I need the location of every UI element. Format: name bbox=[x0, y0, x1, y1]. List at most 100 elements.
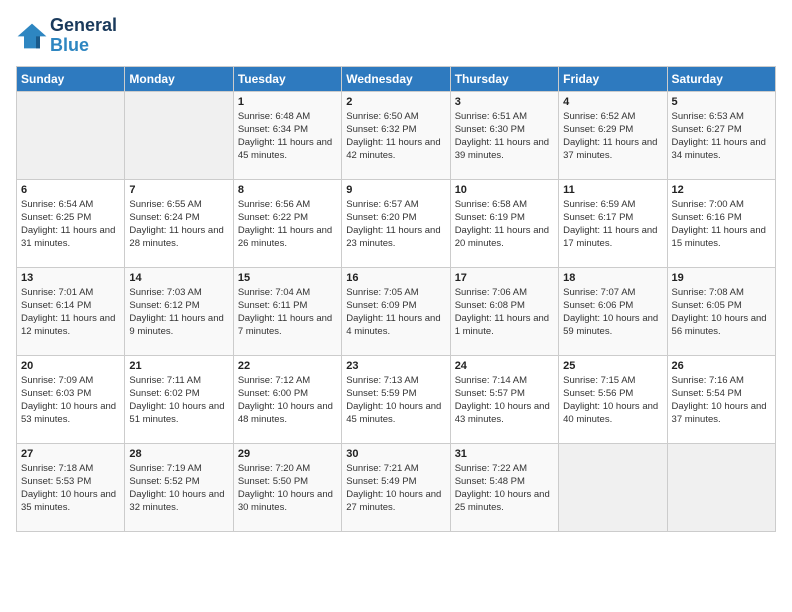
day-number: 28 bbox=[129, 448, 228, 460]
calendar-cell: 9 Sunrise: 6:57 AM Sunset: 6:20 PM Daylig… bbox=[342, 179, 450, 267]
day-number: 26 bbox=[672, 360, 771, 372]
day-number: 8 bbox=[238, 184, 337, 196]
day-info: Sunrise: 7:15 AM Sunset: 5:56 PM Dayligh… bbox=[563, 374, 662, 427]
calendar-cell: 19 Sunrise: 7:08 AM Sunset: 6:05 PM Dayli… bbox=[667, 267, 775, 355]
calendar-cell bbox=[125, 91, 233, 179]
day-number: 24 bbox=[455, 360, 554, 372]
day-number: 21 bbox=[129, 360, 228, 372]
day-header-friday: Friday bbox=[559, 66, 667, 91]
day-number: 10 bbox=[455, 184, 554, 196]
day-number: 3 bbox=[455, 96, 554, 108]
day-number: 20 bbox=[21, 360, 120, 372]
day-info: Sunrise: 6:57 AM Sunset: 6:20 PM Dayligh… bbox=[346, 198, 445, 251]
calendar-cell: 17Sunrise: 7:06 AM Sunset: 6:08 PM Dayli… bbox=[450, 267, 558, 355]
day-number: 5 bbox=[672, 96, 771, 108]
calendar-cell: 5Sunrise: 6:53 AM Sunset: 6:27 PM Daylig… bbox=[667, 91, 775, 179]
day-number: 18 bbox=[563, 272, 662, 284]
calendar-cell: 15 Sunrise: 7:04 AM Sunset: 6:11 PM Dayli… bbox=[233, 267, 341, 355]
calendar-cell: 11 Sunrise: 6:59 AM Sunset: 6:17 PM Dayli… bbox=[559, 179, 667, 267]
day-number: 12 bbox=[672, 184, 771, 196]
calendar-cell: 3Sunrise: 6:51 AM Sunset: 6:30 PM Daylig… bbox=[450, 91, 558, 179]
day-number: 30 bbox=[346, 448, 445, 460]
calendar-cell: 1 Sunrise: 6:48 AM Sunset: 6:34 PM Daylig… bbox=[233, 91, 341, 179]
calendar-cell: 14Sunrise: 7:03 AM Sunset: 6:12 PM Dayli… bbox=[125, 267, 233, 355]
day-header-wednesday: Wednesday bbox=[342, 66, 450, 91]
day-info: Sunrise: 7:19 AM Sunset: 5:52 PM Dayligh… bbox=[129, 462, 228, 515]
day-info: Sunrise: 7:03 AM Sunset: 6:12 PM Dayligh… bbox=[129, 286, 228, 339]
calendar-header-row: SundayMondayTuesdayWednesdayThursdayFrid… bbox=[17, 66, 776, 91]
calendar-cell: 23 Sunrise: 7:13 AM Sunset: 5:59 PM Dayli… bbox=[342, 355, 450, 443]
logo-icon bbox=[16, 22, 48, 50]
day-number: 22 bbox=[238, 360, 337, 372]
day-info: Sunrise: 7:00 AM Sunset: 6:16 PM Dayligh… bbox=[672, 198, 771, 251]
day-info: Sunrise: 7:06 AM Sunset: 6:08 PM Dayligh… bbox=[455, 286, 554, 339]
calendar-cell: 27 Sunrise: 7:18 AM Sunset: 5:53 PM Dayli… bbox=[17, 443, 125, 531]
day-number: 15 bbox=[238, 272, 337, 284]
calendar-cell bbox=[17, 91, 125, 179]
day-header-tuesday: Tuesday bbox=[233, 66, 341, 91]
day-header-thursday: Thursday bbox=[450, 66, 558, 91]
day-number: 19 bbox=[672, 272, 771, 284]
calendar-cell: 29 Sunrise: 7:20 AM Sunset: 5:50 PM Dayli… bbox=[233, 443, 341, 531]
calendar-cell: 31Sunrise: 7:22 AM Sunset: 5:48 PM Dayli… bbox=[450, 443, 558, 531]
day-number: 29 bbox=[238, 448, 337, 460]
calendar-cell: 21Sunrise: 7:11 AM Sunset: 6:02 PM Dayli… bbox=[125, 355, 233, 443]
calendar-cell: 18 Sunrise: 7:07 AM Sunset: 6:06 PM Dayli… bbox=[559, 267, 667, 355]
day-number: 31 bbox=[455, 448, 554, 460]
day-number: 9 bbox=[346, 184, 445, 196]
day-header-sunday: Sunday bbox=[17, 66, 125, 91]
day-info: Sunrise: 7:08 AM Sunset: 6:05 PM Dayligh… bbox=[672, 286, 771, 339]
day-info: Sunrise: 7:04 AM Sunset: 6:11 PM Dayligh… bbox=[238, 286, 337, 339]
calendar-cell: 16Sunrise: 7:05 AM Sunset: 6:09 PM Dayli… bbox=[342, 267, 450, 355]
day-info: Sunrise: 6:56 AM Sunset: 6:22 PM Dayligh… bbox=[238, 198, 337, 251]
day-info: Sunrise: 6:55 AM Sunset: 6:24 PM Dayligh… bbox=[129, 198, 228, 251]
day-info: Sunrise: 6:50 AM Sunset: 6:32 PM Dayligh… bbox=[346, 110, 445, 163]
logo: General Blue bbox=[16, 16, 117, 56]
calendar-week-row: 27 Sunrise: 7:18 AM Sunset: 5:53 PM Dayli… bbox=[17, 443, 776, 531]
calendar-cell: 20 Sunrise: 7:09 AM Sunset: 6:03 PM Dayli… bbox=[17, 355, 125, 443]
day-header-monday: Monday bbox=[125, 66, 233, 91]
day-number: 11 bbox=[563, 184, 662, 196]
day-info: Sunrise: 7:20 AM Sunset: 5:50 PM Dayligh… bbox=[238, 462, 337, 515]
calendar-cell: 22Sunrise: 7:12 AM Sunset: 6:00 PM Dayli… bbox=[233, 355, 341, 443]
calendar-cell: 13Sunrise: 7:01 AM Sunset: 6:14 PM Dayli… bbox=[17, 267, 125, 355]
calendar-cell: 25 Sunrise: 7:15 AM Sunset: 5:56 PM Dayli… bbox=[559, 355, 667, 443]
calendar-cell: 26 Sunrise: 7:16 AM Sunset: 5:54 PM Dayli… bbox=[667, 355, 775, 443]
day-info: Sunrise: 7:21 AM Sunset: 5:49 PM Dayligh… bbox=[346, 462, 445, 515]
page-header: General Blue bbox=[16, 16, 776, 56]
calendar-cell: 30 Sunrise: 7:21 AM Sunset: 5:49 PM Dayli… bbox=[342, 443, 450, 531]
day-info: Sunrise: 7:13 AM Sunset: 5:59 PM Dayligh… bbox=[346, 374, 445, 427]
day-number: 4 bbox=[563, 96, 662, 108]
calendar-week-row: 13Sunrise: 7:01 AM Sunset: 6:14 PM Dayli… bbox=[17, 267, 776, 355]
calendar-cell: 6Sunrise: 6:54 AM Sunset: 6:25 PM Daylig… bbox=[17, 179, 125, 267]
calendar-cell: 7Sunrise: 6:55 AM Sunset: 6:24 PM Daylig… bbox=[125, 179, 233, 267]
calendar-cell: 2Sunrise: 6:50 AM Sunset: 6:32 PM Daylig… bbox=[342, 91, 450, 179]
calendar-cell: 10 Sunrise: 6:58 AM Sunset: 6:19 PM Dayli… bbox=[450, 179, 558, 267]
calendar-cell: 28 Sunrise: 7:19 AM Sunset: 5:52 PM Dayli… bbox=[125, 443, 233, 531]
calendar-cell bbox=[559, 443, 667, 531]
day-number: 13 bbox=[21, 272, 120, 284]
calendar-cell bbox=[667, 443, 775, 531]
day-number: 1 bbox=[238, 96, 337, 108]
calendar-cell: 4 Sunrise: 6:52 AM Sunset: 6:29 PM Daylig… bbox=[559, 91, 667, 179]
day-info: Sunrise: 7:05 AM Sunset: 6:09 PM Dayligh… bbox=[346, 286, 445, 339]
logo-text: General Blue bbox=[50, 16, 117, 56]
day-info: Sunrise: 6:59 AM Sunset: 6:17 PM Dayligh… bbox=[563, 198, 662, 251]
day-number: 25 bbox=[563, 360, 662, 372]
calendar-cell: 12 Sunrise: 7:00 AM Sunset: 6:16 PM Dayli… bbox=[667, 179, 775, 267]
day-header-saturday: Saturday bbox=[667, 66, 775, 91]
day-number: 27 bbox=[21, 448, 120, 460]
day-info: Sunrise: 7:09 AM Sunset: 6:03 PM Dayligh… bbox=[21, 374, 120, 427]
calendar-cell: 8 Sunrise: 6:56 AM Sunset: 6:22 PM Daylig… bbox=[233, 179, 341, 267]
calendar-week-row: 6Sunrise: 6:54 AM Sunset: 6:25 PM Daylig… bbox=[17, 179, 776, 267]
day-info: Sunrise: 6:52 AM Sunset: 6:29 PM Dayligh… bbox=[563, 110, 662, 163]
day-number: 23 bbox=[346, 360, 445, 372]
day-info: Sunrise: 6:48 AM Sunset: 6:34 PM Dayligh… bbox=[238, 110, 337, 163]
calendar-week-row: 20 Sunrise: 7:09 AM Sunset: 6:03 PM Dayli… bbox=[17, 355, 776, 443]
day-info: Sunrise: 6:54 AM Sunset: 6:25 PM Dayligh… bbox=[21, 198, 120, 251]
day-info: Sunrise: 6:58 AM Sunset: 6:19 PM Dayligh… bbox=[455, 198, 554, 251]
day-info: Sunrise: 7:16 AM Sunset: 5:54 PM Dayligh… bbox=[672, 374, 771, 427]
day-info: Sunrise: 7:18 AM Sunset: 5:53 PM Dayligh… bbox=[21, 462, 120, 515]
day-info: Sunrise: 7:07 AM Sunset: 6:06 PM Dayligh… bbox=[563, 286, 662, 339]
calendar-body: 1 Sunrise: 6:48 AM Sunset: 6:34 PM Daylig… bbox=[17, 91, 776, 531]
